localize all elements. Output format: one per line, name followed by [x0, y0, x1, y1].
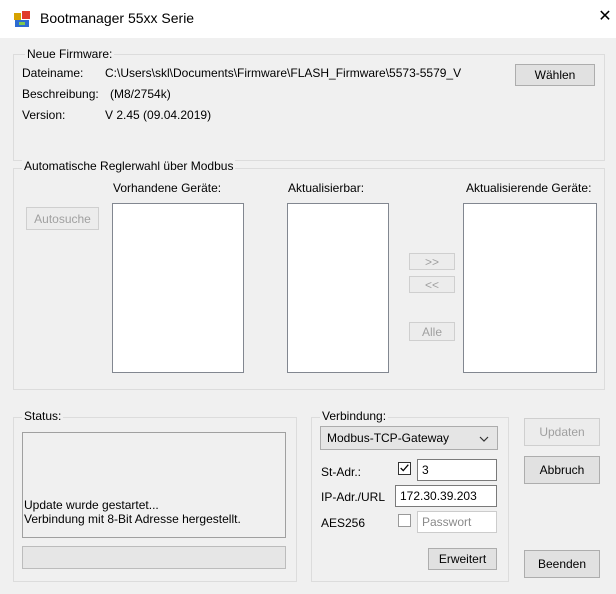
aes-checkbox[interactable] [398, 514, 411, 527]
ip-field[interactable]: 172.30.39.203 [395, 485, 497, 507]
status-log: Update wurde gestartet... Verbindung mit… [22, 432, 286, 538]
move-right-button[interactable]: >> [409, 253, 455, 270]
version-value: V 2.45 (09.04.2019) [105, 108, 212, 122]
description-value: (M8/2754k) [110, 87, 171, 101]
app-icon [14, 11, 30, 27]
connection-label: Verbindung: [320, 409, 389, 423]
updatable-list[interactable] [287, 203, 389, 373]
st-adr-label: St-Adr.: [321, 465, 362, 479]
move-left-button[interactable]: << [409, 276, 455, 293]
modbus-group-label: Automatische Reglerwahl über Modbus [22, 159, 236, 173]
description-label: Beschreibung: [22, 87, 99, 101]
status-log-line: Update wurde gestartet... [24, 498, 159, 512]
choose-firmware-button[interactable]: Wählen [515, 64, 595, 86]
version-label: Version: [22, 108, 66, 122]
firmware-group-label: Neue Firmware: [25, 47, 115, 61]
status-log-line: Verbindung mit 8-Bit Adresse hergestellt… [24, 512, 241, 526]
exit-button[interactable]: Beenden [524, 550, 600, 578]
filename-label: Dateiname: [22, 66, 84, 80]
window-title: Bootmanager 55xx Serie [40, 10, 195, 26]
password-field[interactable]: Passwort [417, 511, 497, 533]
connection-type-select[interactable]: Modbus-TCP-Gateway [320, 426, 498, 450]
move-all-button[interactable]: Alle [409, 322, 455, 341]
st-adr-field[interactable]: 3 [417, 459, 497, 481]
close-icon[interactable]: ✕ [596, 7, 614, 27]
filename-value: C:\Users\skl\Documents\Firmware\FLASH_Fi… [105, 66, 462, 80]
updatable-label: Aktualisierbar: [288, 181, 365, 195]
st-adr-checkbox[interactable] [398, 462, 411, 475]
status-label: Status: [22, 409, 64, 423]
existing-devices-list[interactable] [112, 203, 244, 373]
chevron-down-icon [479, 436, 489, 442]
update-button[interactable]: Updaten [524, 418, 600, 446]
aes-label: AES256 [321, 516, 366, 530]
abort-button[interactable]: Abbruch [524, 456, 600, 484]
existing-devices-label: Vorhandene Geräte: [113, 181, 222, 195]
progress-bar [22, 546, 286, 569]
connection-type-value: Modbus-TCP-Gateway [327, 431, 450, 445]
updating-devices-label: Aktualisierende Geräte: [466, 181, 592, 195]
extended-button[interactable]: Erweitert [428, 548, 497, 570]
ip-label: IP-Adr./URL [321, 490, 386, 504]
autosearch-button[interactable]: Autosuche [26, 207, 99, 230]
checkmark-icon [400, 464, 409, 472]
updating-devices-list[interactable] [463, 203, 597, 373]
